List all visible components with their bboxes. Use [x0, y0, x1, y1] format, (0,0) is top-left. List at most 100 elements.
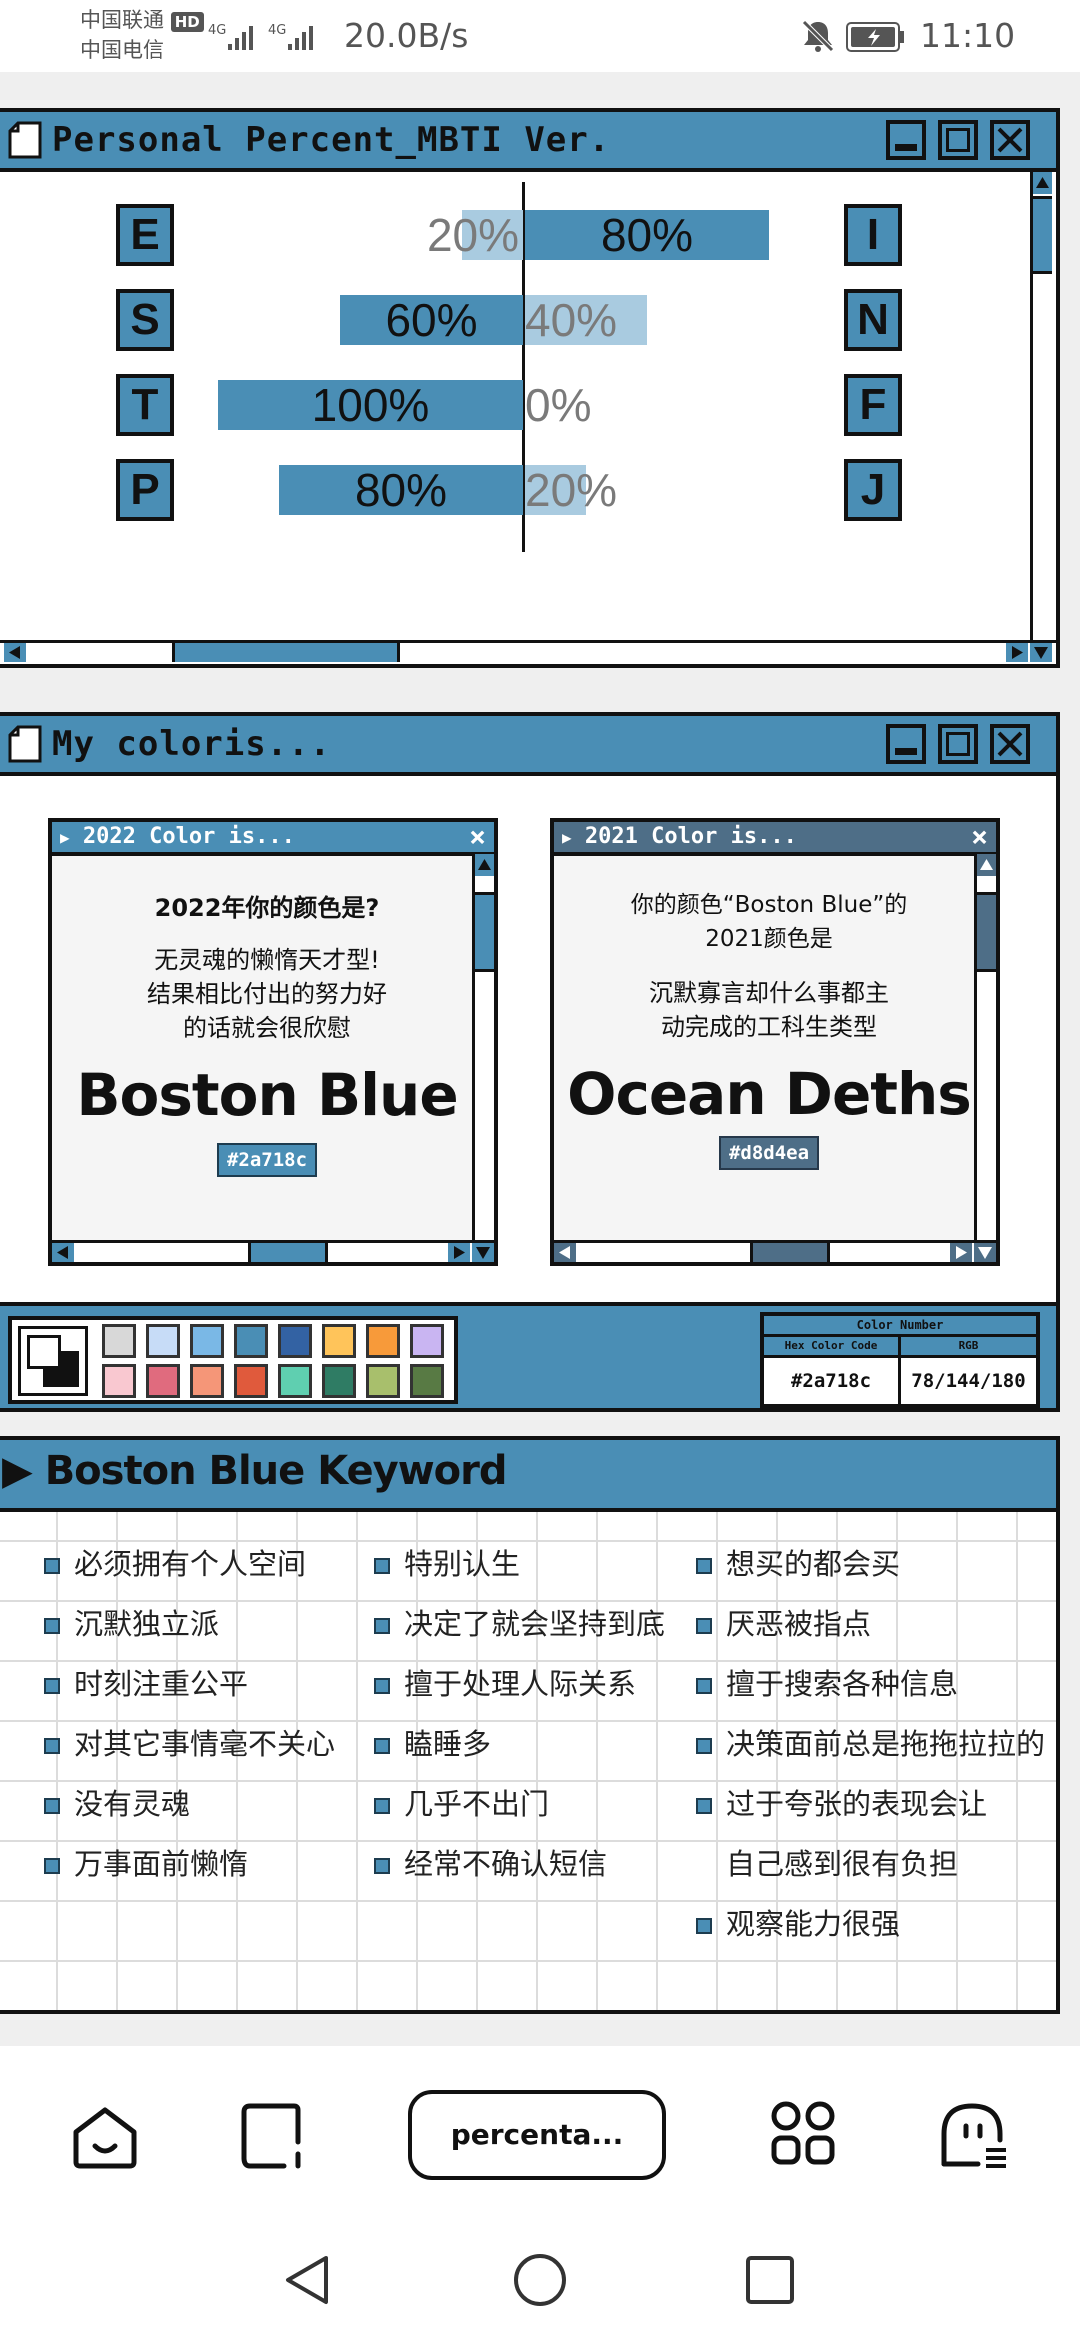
keywords-title: ▶ Boston Blue Keyword [2, 1448, 507, 1494]
keywords-window: ▶ Boston Blue Keyword 必须拥有个人空间 沉默独立派时刻注重公… [0, 1436, 1060, 2014]
mbti-letter-N: N [844, 289, 902, 351]
bullet-icon [374, 1678, 390, 1694]
color-swatch[interactable] [322, 1364, 356, 1398]
bullet-icon [696, 1738, 712, 1754]
color-card-2022: ▶ 2022 Color is... × 2022年你的颜色是? 无灵魂的懒惰天… [48, 818, 498, 1266]
color-swatch[interactable] [410, 1324, 444, 1358]
vertical-scrollbar[interactable] [1030, 172, 1052, 648]
home-icon[interactable] [70, 2102, 140, 2176]
card-2021-hex-badge: #d8d4ea [718, 1136, 820, 1170]
mbti-window: Personal Percent_MBTI Ver. E I 20% 80% S N 60%… [0, 108, 1060, 668]
current-tab-button[interactable]: percenta... [408, 2090, 666, 2180]
maximize-button[interactable] [938, 120, 978, 160]
back-icon[interactable] [282, 2252, 332, 2312]
mute-icon [800, 18, 836, 58]
bullet-icon [374, 1618, 390, 1634]
color-swatch[interactable] [102, 1324, 136, 1358]
mbti-titlebar[interactable]: Personal Percent_MBTI Ver. [0, 112, 1056, 172]
color-swatch[interactable] [366, 1324, 400, 1358]
color-swatch[interactable] [146, 1364, 180, 1398]
color-number-label: Color Number [764, 1316, 1036, 1337]
mbti-label-J: 20% [525, 464, 618, 516]
profile-icon[interactable] [938, 2100, 1010, 2174]
minimize-button[interactable] [886, 724, 926, 764]
color-swatch[interactable] [146, 1324, 180, 1358]
network-speed: 20.0B/s [344, 16, 469, 55]
color-card-2021: ▶ 2021 Color is... × 你的颜色“Boston Blue”的 … [550, 818, 1000, 1266]
color-number-table: Color Number Hex Color Code RGB #2a718c … [760, 1312, 1040, 1408]
bullet-icon [44, 1858, 60, 1874]
recents-icon[interactable] [744, 2254, 796, 2310]
horizontal-scrollbar[interactable] [0, 640, 1056, 662]
keyword-item: 沉默独立派 [44, 1604, 219, 1644]
card-2021-hscroll[interactable] [554, 1240, 996, 1262]
net-2: 4G [268, 23, 286, 38]
color-selector-icon[interactable] [18, 1326, 88, 1396]
card-2021-heading: 你的颜色“Boston Blue”的 2021颜色是 [630, 892, 908, 952]
bullet-icon [44, 1618, 60, 1634]
status-bar: 中国联通 HD 中国电信 4G 4G 20.0B/s 11:10 [0, 0, 1080, 72]
keyword-item: 擅于搜索各种信息 [696, 1664, 958, 1704]
keyword-item: 过于夸张的表现会让 [696, 1784, 987, 1824]
color-swatch[interactable] [278, 1364, 312, 1398]
close-icon[interactable]: × [971, 822, 988, 852]
hex-value: #2a718c [764, 1358, 901, 1404]
palette-bar: Color Number Hex Color Code RGB #2a718c … [0, 1302, 1056, 1408]
color-swatch[interactable] [410, 1364, 444, 1398]
mbti-label-N: 40% [525, 294, 618, 346]
vertical-scroll-thumb[interactable] [1033, 196, 1052, 274]
color-title: My coloris... [52, 724, 332, 764]
color-swatch[interactable] [322, 1324, 356, 1358]
home-button-icon[interactable] [512, 2252, 568, 2312]
keyword-item: 观察能力很强 [696, 1904, 900, 1944]
color-swatch[interactable] [278, 1324, 312, 1358]
scroll-down-icon[interactable] [1030, 643, 1052, 662]
card-2022-body: 2022年你的颜色是? 无灵魂的懒惰天才型! 结果相比付出的努力好 的话就会很欣… [52, 888, 482, 1177]
mbti-letter-F: F [844, 374, 902, 436]
keyword-item: 必须拥有个人空间 [44, 1544, 306, 1584]
scroll-left-icon[interactable] [4, 643, 26, 662]
bullet-icon [374, 1858, 390, 1874]
keyword-item: 厌恶被指点 [696, 1604, 871, 1644]
keyword-item: 特别认生 [374, 1544, 520, 1584]
color-swatch[interactable] [102, 1364, 136, 1398]
horizontal-scroll-thumb[interactable] [172, 643, 400, 662]
color-swatch[interactable] [366, 1364, 400, 1398]
color-swatch[interactable] [190, 1324, 224, 1358]
scroll-right-icon[interactable] [1006, 643, 1028, 662]
card-2022-vscroll[interactable] [472, 854, 494, 1244]
maximize-button[interactable] [938, 724, 978, 764]
minimize-button[interactable] [886, 120, 926, 160]
card-2022-desc: 无灵魂的懒惰天才型! 结果相比付出的努力好 的话就会很欣慰 [147, 946, 387, 1042]
color-swatch[interactable] [234, 1324, 268, 1358]
mbti-label-S: 60% [385, 294, 478, 346]
color-swatch[interactable] [190, 1364, 224, 1398]
swatch-grid [102, 1322, 462, 1402]
keyword-item: 万事面前懒惰 [44, 1844, 248, 1884]
keyword-item: 时刻注重公平 [44, 1664, 248, 1704]
bullet-icon [44, 1798, 60, 1814]
mbti-letter-I: I [844, 204, 902, 266]
card-2022-hscroll[interactable] [52, 1240, 494, 1262]
mbti-letter-P: P [116, 459, 174, 521]
card-2021-color-name: Ocean Deths [567, 1060, 972, 1128]
tabs-icon[interactable] [238, 2102, 308, 2176]
color-titlebar[interactable]: My coloris... [0, 716, 1056, 776]
card-2021-desc: 沉默寡言却什么事都主 动完成的工科生类型 [649, 979, 889, 1041]
close-button[interactable] [990, 120, 1030, 160]
rgb-label: RGB [901, 1337, 1036, 1358]
keyword-item: 想买的都会买 [696, 1544, 900, 1584]
scroll-up-icon [1033, 172, 1052, 194]
bullet-icon [374, 1738, 390, 1754]
card-2021-titlebar: ▶ 2021 Color is... × [554, 822, 996, 856]
bullet-icon [696, 1678, 712, 1694]
apps-grid-icon[interactable] [770, 2100, 836, 2170]
mbti-label-E: 20% [426, 209, 520, 261]
card-2022-titlebar: ▶ 2022 Color is... × [52, 822, 494, 856]
color-swatch[interactable] [234, 1364, 268, 1398]
card-2021-vscroll[interactable] [974, 854, 996, 1244]
close-icon[interactable]: × [469, 822, 486, 852]
rgb-value: 78/144/180 [911, 1370, 1026, 1392]
close-button[interactable] [990, 724, 1030, 764]
mbti-letter-E: E [116, 204, 174, 266]
